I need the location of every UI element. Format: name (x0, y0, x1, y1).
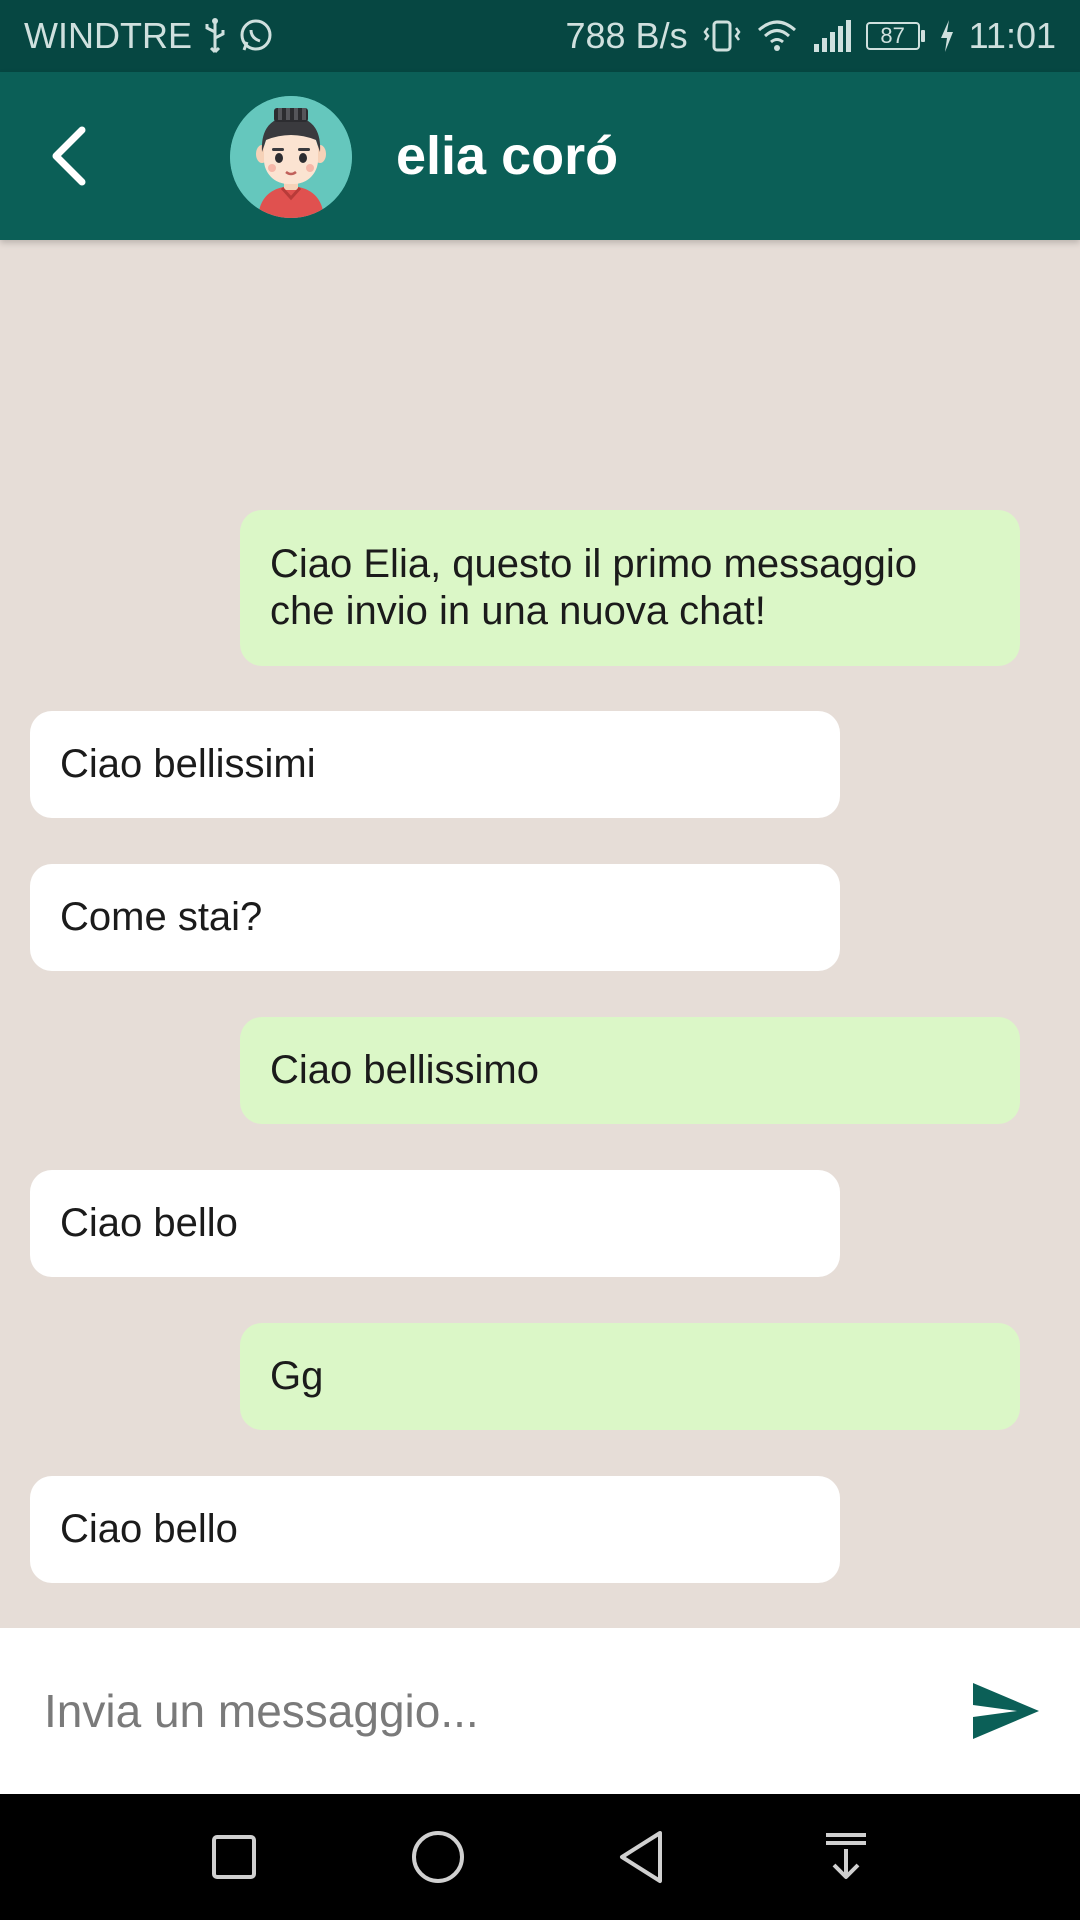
signal-icon (812, 18, 852, 54)
back-arrow-icon (52, 126, 86, 186)
clock: 11:01 (968, 15, 1056, 56)
status-right: 788 B/s 87 11:01 (565, 15, 1056, 57)
message-text: Ciao bellissimo (270, 1048, 539, 1092)
message-text: Ciao bello (60, 1507, 238, 1551)
carrier-name: WINDTRE (24, 15, 192, 56)
message-bubble-sent[interactable]: Ciao Elia, questo il primo messaggio che… (240, 510, 1020, 666)
vibrate-icon (702, 18, 742, 54)
back-icon (620, 1831, 662, 1883)
message-input[interactable] (44, 1673, 924, 1749)
wifi-icon (756, 18, 798, 54)
message-bubble-sent[interactable]: Gg (240, 1323, 1020, 1430)
charging-icon (939, 20, 955, 52)
user-avatar[interactable] (230, 96, 352, 218)
recents-button[interactable] (199, 1822, 269, 1892)
send-icon (973, 1683, 1039, 1739)
message-bubble-received[interactable]: Ciao bello (30, 1476, 840, 1583)
message-composer (0, 1628, 1080, 1794)
battery-level: 87 (865, 22, 920, 50)
message-bubble-received[interactable]: Ciao bello (30, 1170, 840, 1277)
home-button[interactable] (403, 1822, 473, 1892)
message-bubble-sent[interactable]: Ciao bellissimo (240, 1017, 1020, 1124)
back-button[interactable] (36, 122, 100, 190)
net-speed: 788 B/s (565, 15, 688, 56)
message-text: Come stai? (60, 895, 263, 939)
chat-header: elia coró (0, 72, 1080, 240)
message-text: Ciao bello (60, 1201, 238, 1245)
message-text: Ciao Elia, questo il primo messaggio che… (270, 542, 917, 633)
system-nav-bar (0, 1794, 1080, 1920)
notifications-pulldown-button[interactable] (811, 1822, 881, 1892)
battery-icon: 87 (865, 22, 925, 50)
send-button[interactable] (968, 1676, 1044, 1746)
avatar-illustration (230, 96, 352, 218)
status-bar: WINDTRE 788 B/s 87 11:01 (0, 0, 1080, 72)
usb-icon (202, 18, 228, 54)
message-text: Gg (270, 1354, 324, 1398)
message-list: Ciao Elia, questo il primo messaggio che… (0, 240, 1080, 1628)
back-nav-button[interactable] (607, 1822, 677, 1892)
home-icon (412, 1831, 464, 1883)
message-bubble-received[interactable]: Come stai? (30, 864, 840, 971)
whatsapp-icon (238, 18, 274, 54)
message-bubble-received[interactable]: Ciao bellissimi (30, 711, 840, 818)
recents-icon (212, 1835, 256, 1879)
status-left: WINDTRE (24, 15, 274, 57)
contact-name[interactable]: elia coró (396, 72, 618, 240)
notifications-pulldown-icon (826, 1833, 866, 1879)
message-text: Ciao bellissimi (60, 742, 316, 786)
